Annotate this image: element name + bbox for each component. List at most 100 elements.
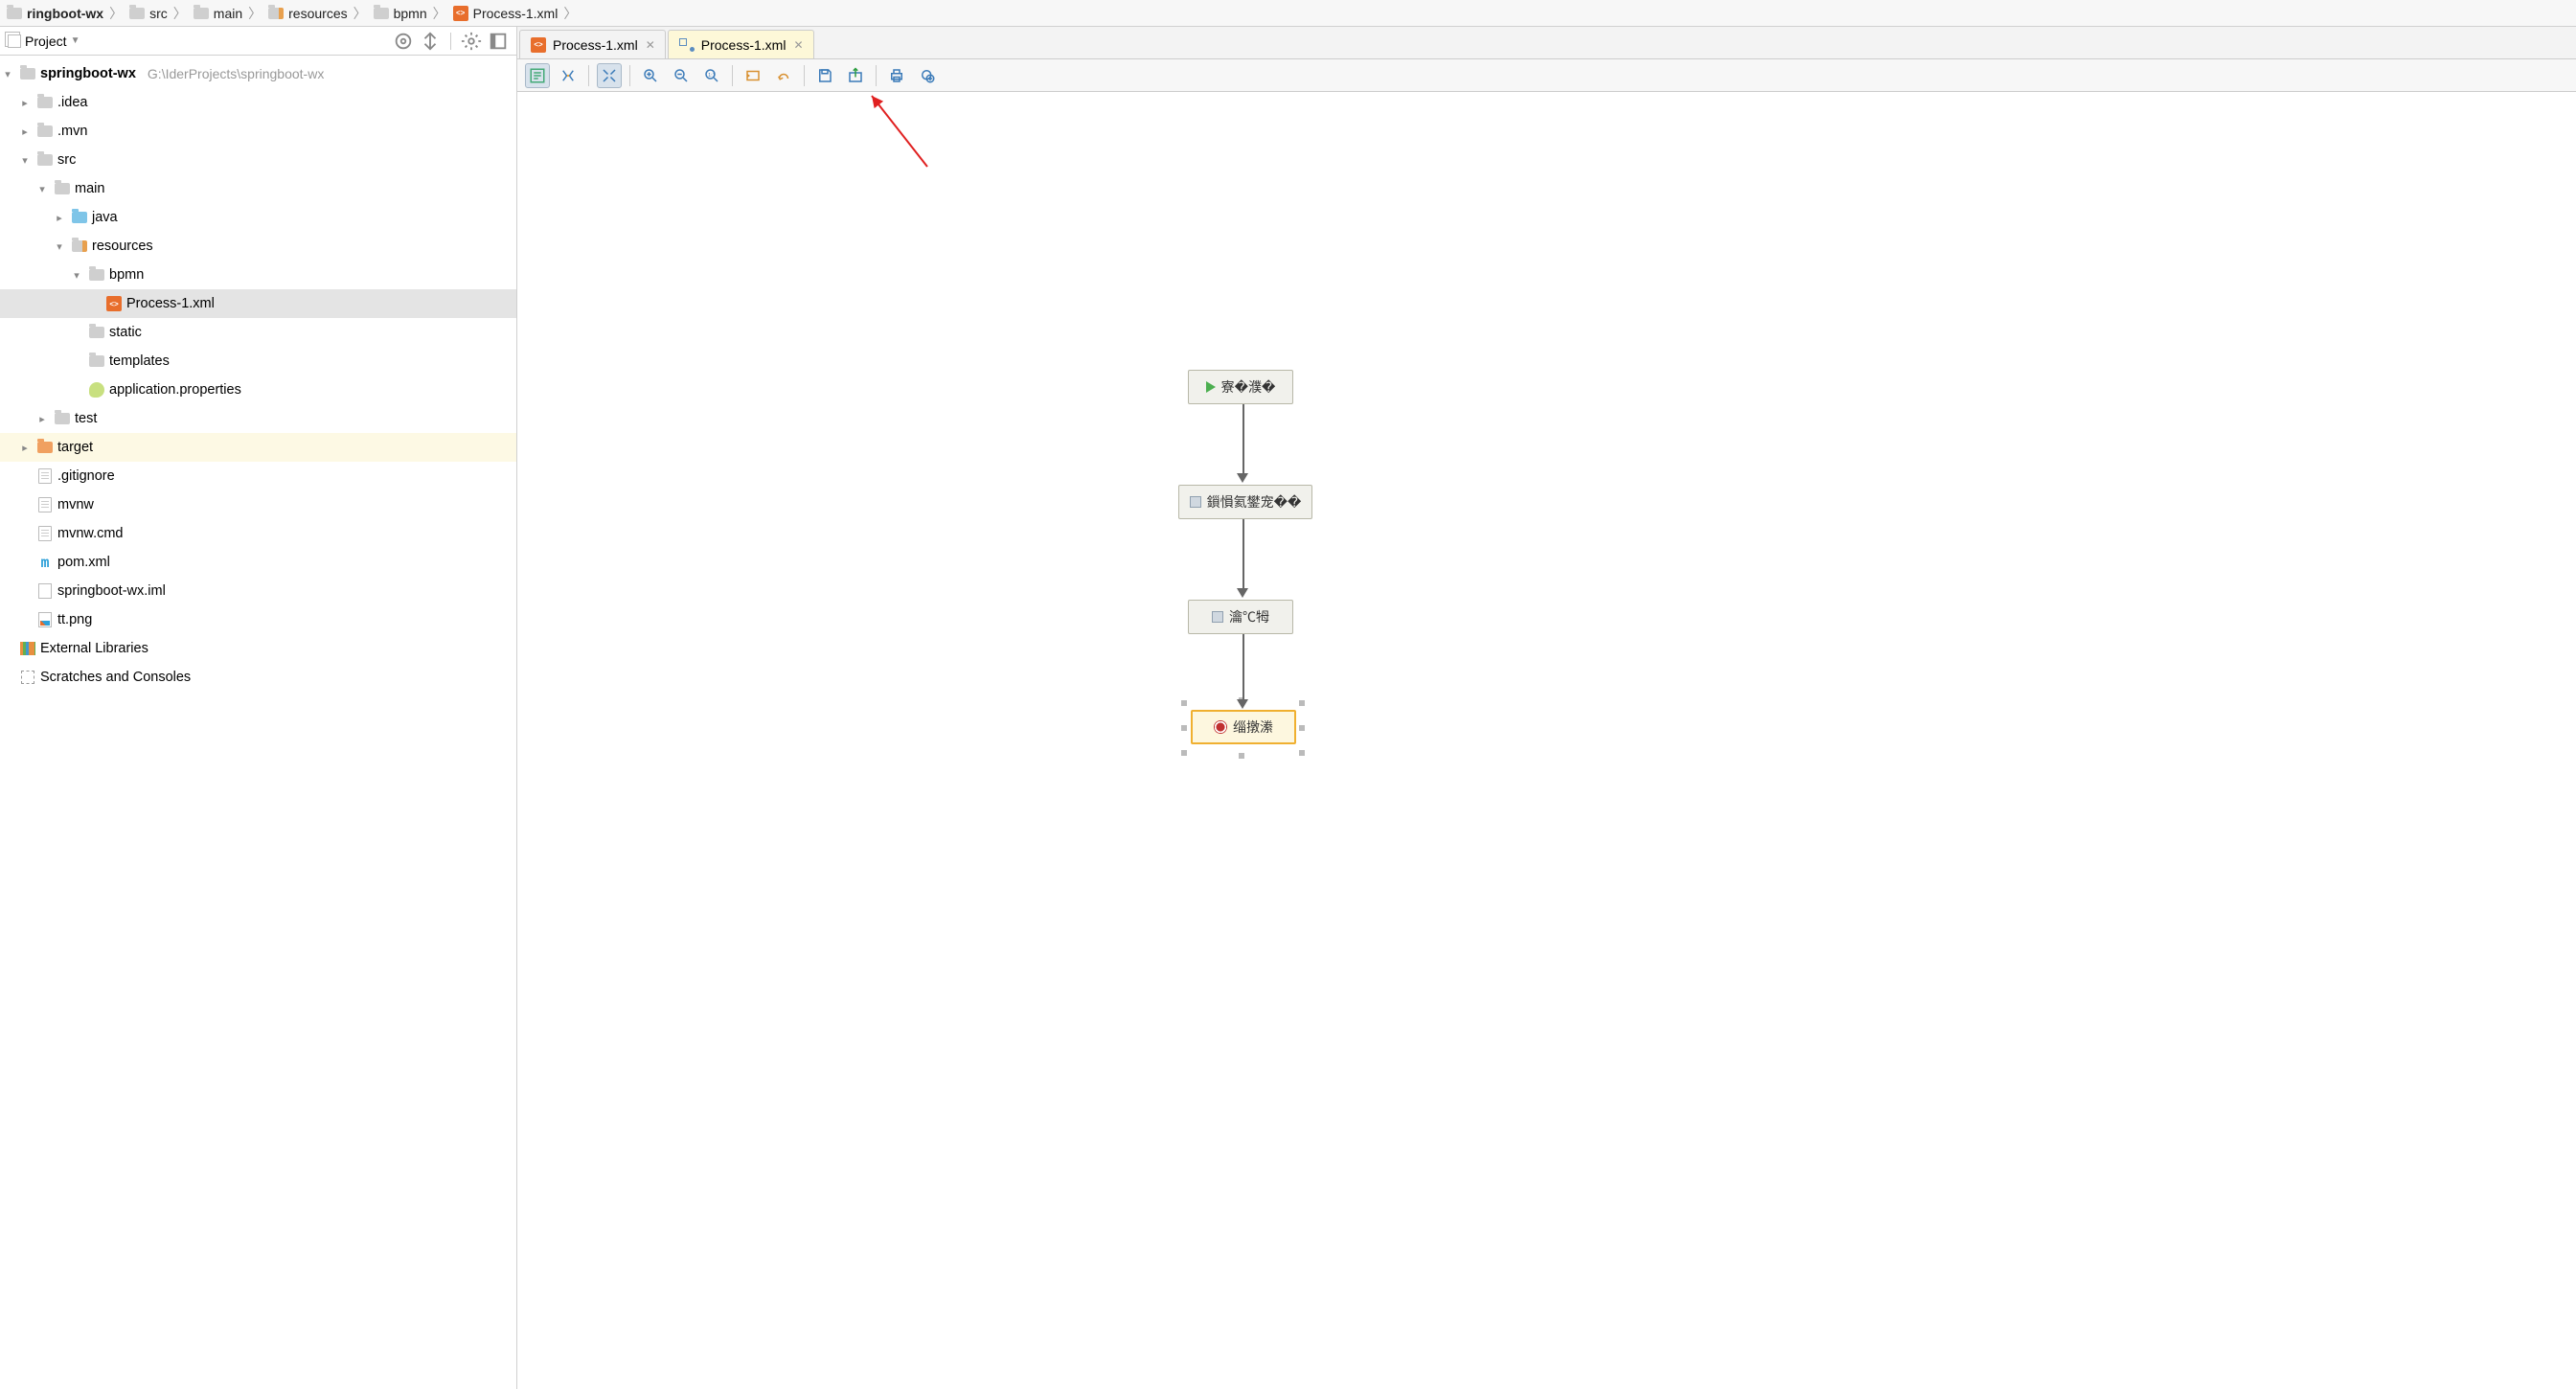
tree-node[interactable]: springboot-wx.iml [0, 577, 516, 605]
svg-text:1:1: 1:1 [708, 72, 715, 78]
breadcrumb: ringboot-wx〉 src〉 main〉 resources〉 bpmn〉… [0, 0, 2576, 27]
tree-node[interactable]: application.properties [0, 376, 516, 404]
editor-tab-active[interactable]: Process-1.xml ✕ [668, 30, 814, 58]
breadcrumb-item[interactable]: main [193, 5, 242, 22]
tree-arrow-icon[interactable]: ▾ [0, 68, 15, 80]
editor-tab-label: Process-1.xml [553, 37, 638, 53]
redo-icon[interactable] [771, 63, 796, 88]
chevron-down-icon: ▼ [71, 35, 80, 46]
tree-node[interactable]: ▾ main [0, 174, 516, 203]
zoom-actual-icon[interactable]: 1:1 [699, 63, 724, 88]
tree-node[interactable]: .gitignore [0, 462, 516, 490]
selection-handle[interactable] [1299, 725, 1305, 731]
scratches-consoles[interactable]: Scratches and Consoles [0, 663, 516, 692]
tree-node[interactable]: ▾ src [0, 146, 516, 174]
properties-panel-icon[interactable] [525, 63, 550, 88]
tree-node[interactable]: ▾bpmn [0, 261, 516, 289]
project-tree[interactable]: ▾ springboot-wx G:\IderProjects\springbo… [0, 56, 516, 1389]
deploy-icon[interactable] [915, 63, 940, 88]
tree-node-label: springboot-wx.iml [57, 583, 166, 599]
bpmn-start-event[interactable]: 寮�濮� [1188, 370, 1293, 404]
print-icon[interactable] [884, 63, 909, 88]
expand-all-icon[interactable] [420, 31, 441, 52]
tree-node-icon [36, 525, 54, 542]
sequence-flow[interactable] [1242, 519, 1244, 590]
tree-arrow-icon[interactable]: ▸ [52, 212, 67, 224]
tree-arrow-icon[interactable]: ▸ [17, 442, 33, 454]
tree-node-icon [36, 94, 54, 111]
tree-node[interactable]: ▸ java [0, 203, 516, 232]
scratch-icon [21, 671, 34, 684]
project-tree-root[interactable]: ▾ springboot-wx G:\IderProjects\springbo… [0, 59, 516, 88]
zoom-out-icon[interactable] [669, 63, 694, 88]
external-libraries[interactable]: External Libraries [0, 634, 516, 663]
tree-node-label: src [57, 152, 76, 168]
editor-tab-bar: <> Process-1.xml ✕ Process-1.xml ✕ [517, 27, 2576, 59]
selection-handle[interactable] [1299, 750, 1305, 756]
tree-node[interactable]: mvnw.cmd [0, 519, 516, 548]
close-icon[interactable]: ✕ [793, 38, 803, 52]
tree-node[interactable]: static [0, 318, 516, 347]
export-image-icon[interactable] [843, 63, 868, 88]
settings-icon[interactable] [461, 31, 482, 52]
editor-tab-label: Process-1.xml [701, 37, 786, 53]
fit-page-icon[interactable] [597, 63, 622, 88]
tree-node-icon [36, 496, 54, 513]
selection-handle[interactable] [1181, 700, 1187, 706]
select-opened-file-icon[interactable] [393, 31, 414, 52]
tree-arrow-icon[interactable]: ▸ [17, 97, 33, 109]
libraries-icon [20, 642, 35, 655]
tree-node-label: main [75, 181, 104, 196]
tree-arrow-icon[interactable]: ▸ [34, 413, 50, 425]
arrow-head-icon [1237, 473, 1248, 483]
undo-icon[interactable] [741, 63, 765, 88]
breadcrumb-item[interactable]: src [128, 5, 168, 22]
tree-node[interactable]: ▸test [0, 404, 516, 433]
bpmn-user-task[interactable]: 鎻愪氦鐢宠�� [1178, 485, 1312, 519]
breadcrumb-item[interactable]: ringboot-wx [6, 5, 103, 22]
editor-tab[interactable]: <> Process-1.xml ✕ [519, 30, 666, 58]
selection-handle[interactable] [1181, 725, 1187, 731]
tree-node[interactable]: mvnw [0, 490, 516, 519]
close-icon[interactable]: ✕ [646, 38, 655, 52]
tree-node-icon [88, 381, 105, 398]
sequence-flow[interactable] [1242, 404, 1244, 475]
bpmn-user-task[interactable]: 瀹℃牳 [1188, 600, 1293, 634]
arrow-head-icon [1237, 699, 1248, 709]
tree-arrow-icon[interactable]: ▾ [17, 154, 33, 167]
tree-node[interactable]: mpom.xml [0, 548, 516, 577]
tree-node[interactable]: ▸target [0, 433, 516, 462]
tree-node[interactable]: tt.png [0, 605, 516, 634]
tree-arrow-icon[interactable]: ▸ [17, 125, 33, 138]
tree-node-label: Process-1.xml [126, 296, 215, 311]
tree-node[interactable]: ▸.idea [0, 88, 516, 117]
selection-handle[interactable] [1239, 753, 1244, 759]
tree-node-icon [88, 353, 105, 370]
auto-layout-icon[interactable] [556, 63, 581, 88]
save-icon[interactable] [812, 63, 837, 88]
tree-node-icon [36, 123, 54, 140]
tree-node-label: mvnw [57, 497, 94, 512]
tree-node-label: mvnw.cmd [57, 526, 124, 541]
tree-arrow-icon[interactable]: ▾ [52, 240, 67, 253]
breadcrumb-item[interactable]: bpmn [373, 5, 427, 22]
breadcrumb-item[interactable]: <>Process-1.xml [452, 5, 559, 22]
tree-node[interactable]: ▸.mvn [0, 117, 516, 146]
hide-icon[interactable] [488, 31, 509, 52]
bpmn-canvas[interactable]: 寮�濮� 鎻愪氦鐢宠�� 瀹℃牳 缁撴潫 [517, 92, 2576, 1389]
tree-node-label: java [92, 210, 118, 225]
selection-handle[interactable] [1181, 750, 1187, 756]
tree-node[interactable]: ▾resources [0, 232, 516, 261]
sequence-flow[interactable] [1242, 634, 1244, 701]
zoom-in-icon[interactable] [638, 63, 663, 88]
selection-handle[interactable] [1299, 700, 1305, 706]
project-toolwindow-title[interactable]: Project ▼ [8, 34, 80, 49]
tree-node[interactable]: templates [0, 347, 516, 376]
breadcrumb-item[interactable]: resources [267, 5, 347, 22]
tree-node[interactable]: <>Process-1.xml [0, 289, 516, 318]
bpmn-end-event-selected[interactable]: 缁撴潫 [1191, 710, 1296, 744]
tree-arrow-icon[interactable]: ▾ [34, 183, 50, 195]
tree-arrow-icon[interactable]: ▾ [69, 269, 84, 282]
tree-node-path: G:\IderProjects\springboot-wx [148, 66, 324, 81]
tree-node-icon [71, 238, 88, 255]
